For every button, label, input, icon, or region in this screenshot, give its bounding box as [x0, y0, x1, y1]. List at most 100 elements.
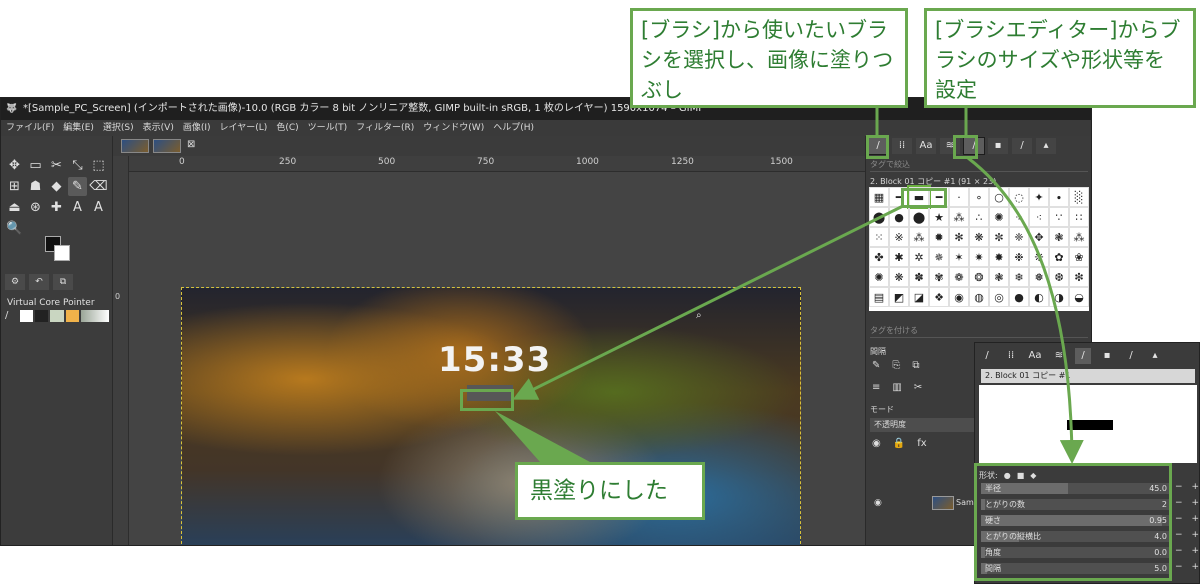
brush-cell[interactable]: ⬤ [909, 207, 929, 227]
close-tab-icon[interactable]: ⊠ [187, 139, 195, 150]
brush-cell[interactable]: ✲ [909, 247, 929, 267]
fonts-tab-icon[interactable]: Aa [1027, 348, 1043, 364]
brush-cell[interactable]: ◒ [1069, 287, 1089, 307]
brush-cell[interactable]: ✺ [989, 207, 1009, 227]
plus-icon[interactable]: + [1191, 546, 1199, 556]
brush-cell[interactable]: ⁘ [1009, 207, 1029, 227]
patterns-tab-icon[interactable]: ⁞⁞ [1003, 348, 1019, 364]
brush-cell[interactable]: ❂ [969, 267, 989, 287]
editor-brush-name[interactable]: 2. Block 01 コピー #1 [981, 369, 1195, 383]
text-style-tool-icon[interactable]: A [89, 198, 108, 217]
crop-tool-icon[interactable]: ⬚ [89, 156, 108, 175]
image-tab-1[interactable] [121, 139, 149, 153]
brush-cell[interactable]: ✺ [869, 267, 889, 287]
brush-cell[interactable]: ▤ [869, 287, 889, 307]
brush-cell[interactable]: ❀ [1069, 247, 1089, 267]
plus-icon[interactable]: + [1191, 530, 1199, 540]
brush-cell[interactable]: ⁖ [1029, 207, 1049, 227]
brush-cell[interactable]: ✼ [989, 227, 1009, 247]
tool-options-tab[interactable]: ⚙ [5, 274, 25, 290]
brush-cell[interactable]: ∙ [1049, 187, 1069, 207]
minus-icon[interactable]: − [1175, 514, 1183, 524]
brush-cell[interactable]: ✽ [909, 267, 929, 287]
text-tool-icon[interactable]: A [68, 198, 87, 217]
brush-cell[interactable]: ❁ [949, 267, 969, 287]
image-tab-2[interactable] [153, 139, 181, 153]
brush-cell[interactable]: ❆ [1049, 267, 1069, 287]
images-tab[interactable]: ⧉ [53, 274, 73, 290]
brush-tag-assign[interactable]: タグを付ける [870, 324, 1088, 338]
dynamics-tab-icon[interactable]: ≋ [1051, 348, 1067, 364]
brush-cell[interactable]: ❖ [929, 287, 949, 307]
undo-history-tab[interactable]: ↶ [29, 274, 49, 290]
brush-cell[interactable]: ◎ [989, 287, 1009, 307]
paint-dynamics-tab-icon[interactable]: / [1012, 138, 1032, 154]
eraser-tool-icon[interactable]: ⌫ [89, 177, 108, 196]
brush-cell[interactable]: ⁂ [1069, 227, 1089, 247]
visibility-icon[interactable]: ◉ [872, 438, 881, 449]
brush-cell[interactable]: ⁙ [869, 227, 889, 247]
smudge-tool-icon[interactable]: ⊛ [26, 198, 45, 217]
brush-cell[interactable]: ∘ [969, 187, 989, 207]
move-tool-icon[interactable]: ✥ [5, 156, 24, 175]
plus-icon[interactable]: + [1191, 498, 1199, 508]
brush-cell[interactable]: ◑ [1049, 287, 1069, 307]
fx-icon[interactable]: fx [917, 438, 926, 449]
menu-edit[interactable]: 編集(E) [63, 120, 94, 136]
brush-cell[interactable]: ❃ [1049, 227, 1069, 247]
brush-cell[interactable]: ✱ [889, 247, 909, 267]
paths-tab-icon[interactable]: ✂ [914, 382, 922, 393]
warp-tool-icon[interactable]: ⊞ [5, 177, 24, 196]
brush-cell[interactable]: ❊ [1029, 247, 1049, 267]
brushes-tab-icon[interactable]: / [979, 348, 995, 364]
menu-select[interactable]: 選択(S) [103, 120, 134, 136]
paint-dynamics-tab-icon[interactable]: / [1123, 348, 1139, 364]
brush-cell[interactable]: ● [889, 207, 909, 227]
minus-icon[interactable]: − [1175, 546, 1183, 556]
menu-help[interactable]: ヘルプ(H) [493, 120, 534, 136]
mypaint-tab-icon[interactable]: ▴ [1036, 138, 1056, 154]
minus-icon[interactable]: − [1175, 562, 1183, 572]
brush-cell[interactable]: ✿ [1049, 247, 1069, 267]
channels-tab-icon[interactable]: ▥ [892, 382, 901, 393]
minus-icon[interactable]: − [1175, 482, 1183, 492]
brush-editor-tab-icon[interactable]: / [1075, 348, 1091, 364]
menu-view[interactable]: 表示(V) [143, 120, 174, 136]
brush-cell[interactable]: ◩ [889, 287, 909, 307]
brush-cell[interactable]: ❇ [1069, 267, 1089, 287]
layers-tab-icon[interactable]: ≡ [872, 382, 880, 393]
brush-cell[interactable]: ❄ [1009, 267, 1029, 287]
brush-cell[interactable]: ★ [929, 207, 949, 227]
brush-cell[interactable]: ❋ [969, 227, 989, 247]
brush-cell[interactable]: · [949, 187, 969, 207]
brush-cell[interactable]: ⁂ [949, 207, 969, 227]
brush-cell[interactable]: ⬤ [869, 207, 889, 227]
bucket-fill-tool-icon[interactable]: ☗ [26, 177, 45, 196]
brush-cell[interactable]: ◪ [909, 287, 929, 307]
brush-cell[interactable]: ✥ [1029, 227, 1049, 247]
menu-color[interactable]: 色(C) [276, 120, 298, 136]
rect-select-tool-icon[interactable]: ▭ [26, 156, 45, 175]
brush-cell[interactable]: ❈ [1009, 227, 1029, 247]
brush-cell[interactable]: ✸ [989, 247, 1009, 267]
brush-cell[interactable]: ◌ [1009, 187, 1029, 207]
brush-tag-filter[interactable]: タグで絞込 [870, 158, 1088, 172]
fg-bg-colors[interactable] [45, 236, 71, 262]
brush-cell[interactable]: ● [1009, 287, 1029, 307]
menu-layer[interactable]: レイヤー(L) [220, 120, 268, 136]
minus-icon[interactable]: − [1175, 498, 1183, 508]
brush-cell[interactable]: ✦ [1029, 187, 1049, 207]
plus-icon[interactable]: + [1191, 562, 1199, 572]
brush-cell[interactable]: ◉ [949, 287, 969, 307]
paintbrush-tool-icon[interactable]: ✎ [68, 177, 87, 196]
opacity-field[interactable]: 不透明度 [870, 418, 974, 432]
brush-cell[interactable]: ✵ [929, 247, 949, 267]
menu-filters[interactable]: フィルター(R) [356, 120, 414, 136]
brush-cell[interactable]: ✾ [929, 267, 949, 287]
brush-cell[interactable]: ▦ [869, 187, 889, 207]
brush-cell[interactable]: ❃ [989, 267, 1009, 287]
menu-file[interactable]: ファイル(F) [6, 120, 54, 136]
brush-cell[interactable]: ❅ [1029, 267, 1049, 287]
menu-image[interactable]: 画像(I) [183, 120, 211, 136]
brush-cell[interactable]: ∵ [1049, 207, 1069, 227]
